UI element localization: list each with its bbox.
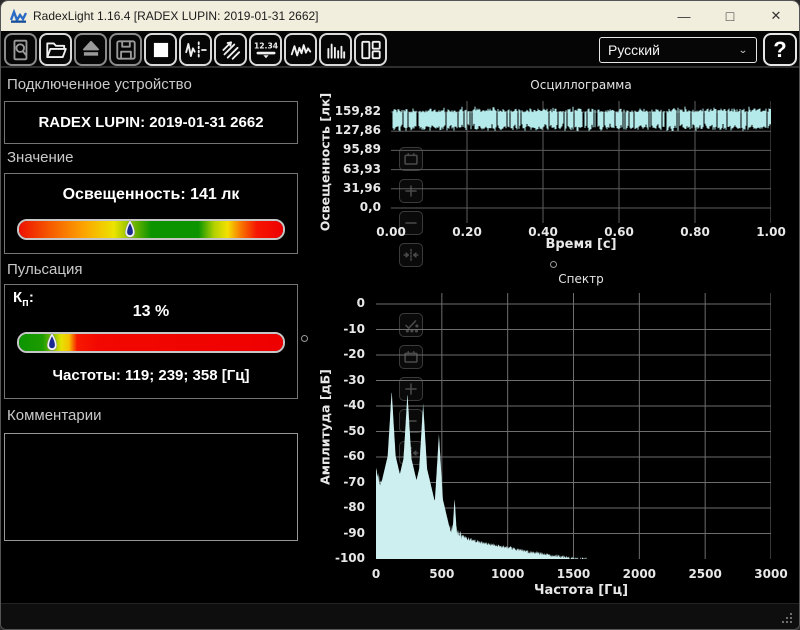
- measurement-panel: Подключенное устройство RADEX LUPIN: 201…: [4, 69, 299, 606]
- spectrum-xtick: 2500: [688, 567, 722, 581]
- spectrum-chart: Спектр Амплитуда [дБ] Частота [Гц] 0 -10-…: [311, 269, 799, 605]
- spectrum-ytick: -10: [343, 321, 365, 336]
- signal-settings-button[interactable]: [179, 33, 212, 66]
- vertical-splitter-handle[interactable]: [301, 335, 308, 342]
- oscillogram-xtick: 0.80: [680, 225, 710, 239]
- spectrum-title: Спектр: [558, 272, 604, 286]
- frequencies-value: Частоты: 119; 239; 358 [Гц]: [52, 367, 250, 384]
- oscillogram-ytick: 159,82: [334, 103, 381, 118]
- spectrum-ytick: -100: [334, 551, 365, 565]
- fit-horizontal-icon: [403, 248, 419, 262]
- spectrum-xtick: 2000: [622, 567, 657, 581]
- resize-grip-icon[interactable]: [780, 611, 794, 625]
- toolbar: 12.34 Русский ⌄ ?: [1, 31, 799, 68]
- title-bar: RadexLight 1.16.4 [RADEX LUPIN: 2019-01-…: [1, 1, 799, 31]
- illuminance-scale-bar: [17, 219, 285, 240]
- spectrum-xtick: 1500: [556, 567, 591, 581]
- svg-text:12.34: 12.34: [254, 41, 278, 50]
- spectrum-xtick: 1000: [490, 567, 525, 581]
- status-bar: [1, 603, 799, 629]
- oscillogram-xtick: 0.40: [528, 225, 558, 239]
- kp-value: 13 %: [132, 303, 170, 320]
- digital-view-button[interactable]: 12.34: [249, 33, 282, 66]
- oscillogram-xtick: 1.00: [756, 225, 786, 239]
- spectrum-ytick: -20: [343, 347, 365, 361]
- preview-button[interactable]: [4, 33, 37, 66]
- oscillogram-plot: [391, 101, 771, 223]
- oscillogram-xtick: 0.20: [452, 225, 482, 239]
- spectrum-ytick: -30: [343, 372, 365, 387]
- illuminance-marker-icon: [124, 219, 135, 238]
- pulsation-view-button[interactable]: [214, 33, 247, 66]
- pulsation-marker-icon: [46, 332, 58, 351]
- layout-icon: [360, 40, 381, 59]
- value-section-header: Значение: [7, 149, 74, 166]
- illuminance-gradient: [19, 221, 283, 238]
- app-icon: [10, 8, 27, 23]
- illuminance-reading: Освещенность: 141 лк: [62, 186, 240, 203]
- open-file-button[interactable]: [39, 33, 72, 66]
- oscillogram-ytick: 127,86: [334, 123, 381, 138]
- oscillogram-xlabel: Время [с]: [545, 237, 617, 252]
- spectrum-plot: [376, 293, 771, 559]
- oscillogram-title: Осциллограмма: [530, 78, 632, 92]
- pulsation-icon: [221, 40, 240, 60]
- spectrum-ytick: -50: [343, 423, 365, 438]
- spectrum-xlabel: Частота [Гц]: [533, 583, 629, 598]
- value-box: Освещенность: 141 лк: [4, 173, 298, 254]
- spectrum-ytick: -70: [343, 474, 365, 489]
- oscillogram-ytick: 0,0: [359, 200, 381, 214]
- spectrum-ytick: -60: [343, 449, 365, 463]
- stop-button[interactable]: [144, 33, 177, 66]
- oscillogram-ytick: 31,96: [343, 180, 381, 195]
- eject-button[interactable]: [74, 33, 107, 66]
- window-title: RadexLight 1.16.4 [RADEX LUPIN: 2019-01-…: [33, 9, 319, 23]
- pulsation-gradient: [19, 334, 283, 351]
- device-section-header: Подключенное устройство: [7, 76, 192, 93]
- save-button[interactable]: [109, 33, 142, 66]
- spectrum-xtick: 3000: [754, 567, 788, 581]
- spectrum-xtick: 500: [429, 567, 455, 581]
- device-box: RADEX LUPIN: 2019-01-31 2662: [4, 101, 298, 144]
- pulsation-scale-bar: [17, 332, 285, 353]
- spectrum-ytick: -80: [343, 500, 365, 514]
- oscillogram-ytick: 95,89: [343, 142, 381, 157]
- eject-icon: [82, 40, 99, 56]
- minimize-button[interactable]: —: [661, 1, 707, 31]
- oscillogram-view-button[interactable]: [284, 33, 317, 66]
- spectrum-ytick: -40: [343, 398, 365, 412]
- app-window: RadexLight 1.16.4 [RADEX LUPIN: 2019-01-…: [0, 0, 800, 630]
- spectrum-icon: [326, 43, 345, 59]
- pulsation-box: Кп: 13 % Частоты: 119; 239; 358 [Гц]: [4, 284, 298, 399]
- maximize-button[interactable]: □: [707, 1, 753, 31]
- magnifier-icon: [13, 39, 27, 60]
- comments-section-header: Комментарии: [7, 407, 102, 424]
- device-name: RADEX LUPIN: 2019-01-31 2662: [38, 114, 264, 131]
- oscillogram-chart: Осциллограмма Освещенность [лк] Время [с…: [311, 75, 799, 269]
- comments-input[interactable]: [4, 433, 298, 541]
- fit-horizontal-ghost-button[interactable]: [399, 243, 423, 267]
- oscillogram-icon: [290, 43, 311, 56]
- signal-markers-icon: [184, 40, 207, 59]
- chevron-down-icon: ⌄: [737, 44, 748, 56]
- save-icon: [115, 39, 136, 60]
- spectrum-ytick: -90: [343, 525, 365, 540]
- stop-icon: [153, 42, 168, 57]
- digital-display-icon: 12.34: [254, 41, 278, 58]
- language-value: Русский: [608, 42, 660, 58]
- spectrum-xtick: 0: [371, 567, 381, 581]
- help-button[interactable]: ?: [763, 33, 797, 66]
- oscillogram-xtick: 0.00: [376, 225, 406, 239]
- layout-button[interactable]: [354, 33, 387, 66]
- spectrum-view-button[interactable]: [319, 33, 352, 66]
- pulsation-section-header: Пульсация: [7, 261, 83, 278]
- oscillogram-ytick: 63,93: [343, 161, 381, 176]
- spectrum-ytick: 0: [356, 296, 365, 310]
- horizontal-splitter-handle[interactable]: [550, 261, 557, 268]
- oscillogram-xtick: 0.60: [604, 225, 634, 239]
- close-button[interactable]: ✕: [753, 1, 799, 31]
- language-select[interactable]: Русский ⌄: [599, 37, 757, 63]
- folder-open-icon: [45, 42, 67, 58]
